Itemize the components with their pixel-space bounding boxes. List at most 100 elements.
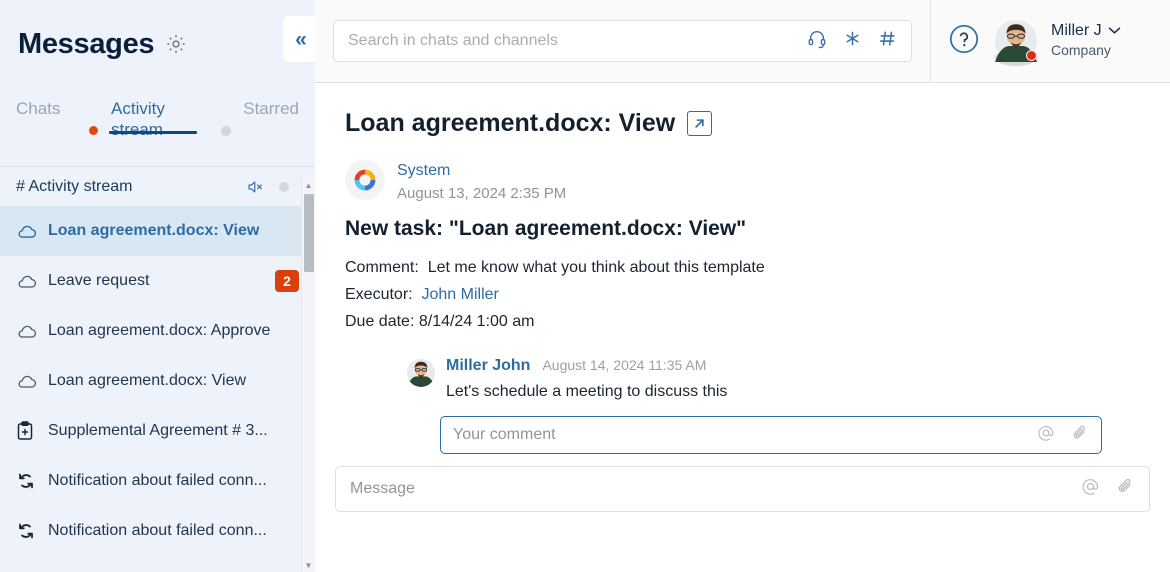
reply-timestamp: August 14, 2024 11:35 AM — [542, 357, 707, 374]
collapse-sidebar-button[interactable]: « — [283, 16, 315, 62]
activity-unread-dot — [89, 126, 99, 135]
list-item[interactable]: Notification about failed conn... — [0, 456, 315, 506]
hash-icon[interactable] — [878, 29, 897, 53]
at-icon[interactable] — [1081, 477, 1100, 501]
list-item[interactable]: Loan agreement.docx: View — [0, 356, 315, 406]
comment-input[interactable]: Your comment — [440, 416, 1102, 455]
list-item[interactable]: Leave request 2 — [0, 256, 315, 306]
question-circle-icon[interactable] — [947, 22, 981, 61]
sidebar-scrollbar[interactable]: ▲ ▼ — [301, 178, 315, 572]
comment-input-icons — [1037, 424, 1089, 447]
headset-icon[interactable] — [807, 29, 827, 54]
at-icon[interactable] — [1037, 424, 1055, 447]
task-comment-value: Let me know what you think about this te… — [427, 259, 765, 277]
tab-chats-label: Chats — [16, 99, 61, 118]
system-message: System August 13, 2024 2:35 PM New task:… — [315, 138, 1170, 455]
scroll-up-arrow-icon[interactable]: ▲ — [302, 178, 315, 192]
list-item[interactable]: Loan agreement.docx: View — [0, 206, 315, 256]
system-logo-icon — [345, 160, 385, 200]
search-placeholder: Search in chats and channels — [348, 32, 558, 49]
list-item-label: Notification about failed conn... — [48, 472, 267, 489]
tab-activity-stream[interactable]: Activity stream — [89, 88, 232, 140]
status-badge — [1026, 50, 1037, 61]
tab-starred-label: Starred — [243, 99, 299, 118]
message-timestamp: August 13, 2024 2:35 PM — [397, 185, 567, 203]
comment-placeholder: Your comment — [453, 426, 556, 444]
search-action-icons — [807, 29, 897, 54]
unread-badge: 2 — [275, 270, 299, 292]
profile-name-row: Miller J — [1051, 21, 1121, 41]
reply-body: Miller John August 14, 2024 11:35 AM Let… — [446, 357, 727, 401]
list-item[interactable]: Loan agreement.docx: Approve — [0, 306, 315, 356]
profile-zone: Miller J Company — [931, 0, 1170, 82]
system-message-meta: System August 13, 2024 2:35 PM — [397, 160, 566, 206]
list-item-label: Notification about failed conn... — [48, 522, 267, 539]
task-due-label: Due date: — [345, 313, 415, 331]
page-title: Messages — [18, 27, 155, 60]
task-comment-label: Comment: — [345, 259, 419, 277]
message-bar: Message — [315, 454, 1170, 513]
starred-dot — [221, 126, 232, 136]
avatar[interactable] — [995, 20, 1037, 66]
message-placeholder: Message — [350, 480, 415, 498]
conversation-title-row: Loan agreement.docx: View — [315, 83, 1170, 138]
task-details: Comment: Let me know what you think abou… — [345, 254, 1140, 335]
conversation-title: Loan agreement.docx: View — [345, 109, 676, 137]
paperclip-icon[interactable] — [1116, 477, 1135, 501]
reply-avatar[interactable] — [407, 359, 435, 388]
double-chevron-left-icon: « — [295, 27, 307, 51]
channel-status-dot — [279, 181, 289, 192]
message-input-icons — [1081, 477, 1135, 501]
external-link-icon[interactable] — [687, 111, 713, 136]
task-executor-value[interactable]: John Miller — [421, 286, 498, 303]
messenger-app: Messages « Chats Activity stream Starred… — [0, 0, 1170, 572]
main-panel: Search in chats and channels Miller J Co… — [315, 0, 1170, 572]
cloud-icon — [16, 224, 42, 239]
tab-starred[interactable]: Starred — [241, 88, 301, 119]
channel-header[interactable]: # Activity stream — [0, 166, 315, 206]
mute-speaker-icon[interactable] — [247, 179, 265, 195]
scrollbar-thumb[interactable] — [304, 194, 314, 272]
list-item-label: Loan agreement.docx: View — [48, 222, 260, 239]
cloud-icon — [16, 374, 42, 389]
scroll-down-arrow-icon[interactable]: ▼ — [302, 558, 315, 572]
sidebar-tabs: Chats Activity stream Starred — [0, 88, 315, 166]
sidebar-header: Messages — [0, 0, 315, 88]
reply-text: Let's schedule a meeting to discuss this — [446, 383, 728, 401]
search-zone: Search in chats and channels — [315, 0, 930, 82]
task-comment-row: Comment: Let me know what you think abou… — [345, 254, 1140, 281]
list-item[interactable]: Notification about failed conn... — [0, 506, 315, 556]
comment-row: Your comment — [345, 401, 1140, 455]
reply-header: Miller John August 14, 2024 11:35 AM — [446, 357, 727, 375]
message-input[interactable]: Message — [335, 466, 1150, 513]
profile-company: Company — [1051, 42, 1111, 58]
system-message-header: System August 13, 2024 2:35 PM — [345, 160, 1140, 206]
top-bar: Search in chats and channels Miller J Co… — [315, 0, 1170, 83]
content-area: Loan agreement.docx: View System August … — [315, 83, 1170, 572]
task-executor-row: Executor: John Miller — [345, 281, 1140, 308]
reply-author[interactable]: Miller John — [446, 357, 530, 375]
profile-text[interactable]: Miller J Company — [1051, 21, 1121, 61]
tab-chats[interactable]: Chats — [14, 88, 85, 119]
channel-name: # Activity stream — [16, 177, 133, 195]
list-item-label: Leave request — [48, 272, 150, 289]
list-item-label: Loan agreement.docx: Approve — [48, 322, 271, 339]
task-due-value: 8/14/24 1:00 am — [418, 313, 535, 331]
list-item-label: Loan agreement.docx: View — [48, 372, 247, 389]
cloud-icon — [16, 324, 42, 339]
asterisk-icon[interactable] — [843, 29, 862, 53]
tab-active-underline — [109, 131, 198, 134]
message-author[interactable]: System — [397, 160, 566, 182]
task-headline: New task: "Loan agreement.docx: View" — [345, 217, 747, 241]
sidebar: Messages « Chats Activity stream Starred… — [0, 0, 315, 572]
chevron-down-icon[interactable] — [1108, 21, 1121, 41]
search-input[interactable]: Search in chats and channels — [333, 20, 912, 62]
gear-icon[interactable] — [165, 33, 187, 55]
task-executor-label: Executor: — [345, 286, 413, 304]
reply-message: Miller John August 14, 2024 11:35 AM Let… — [407, 357, 1140, 401]
list-item[interactable]: Supplemental Agreement # 3... — [0, 406, 315, 456]
paperclip-icon[interactable] — [1071, 424, 1089, 447]
task-due-row: Due date: 8/14/24 1:00 am — [345, 308, 1140, 335]
sync-arrows-icon — [16, 521, 42, 541]
activity-list: Loan agreement.docx: View Leave request … — [0, 206, 315, 556]
